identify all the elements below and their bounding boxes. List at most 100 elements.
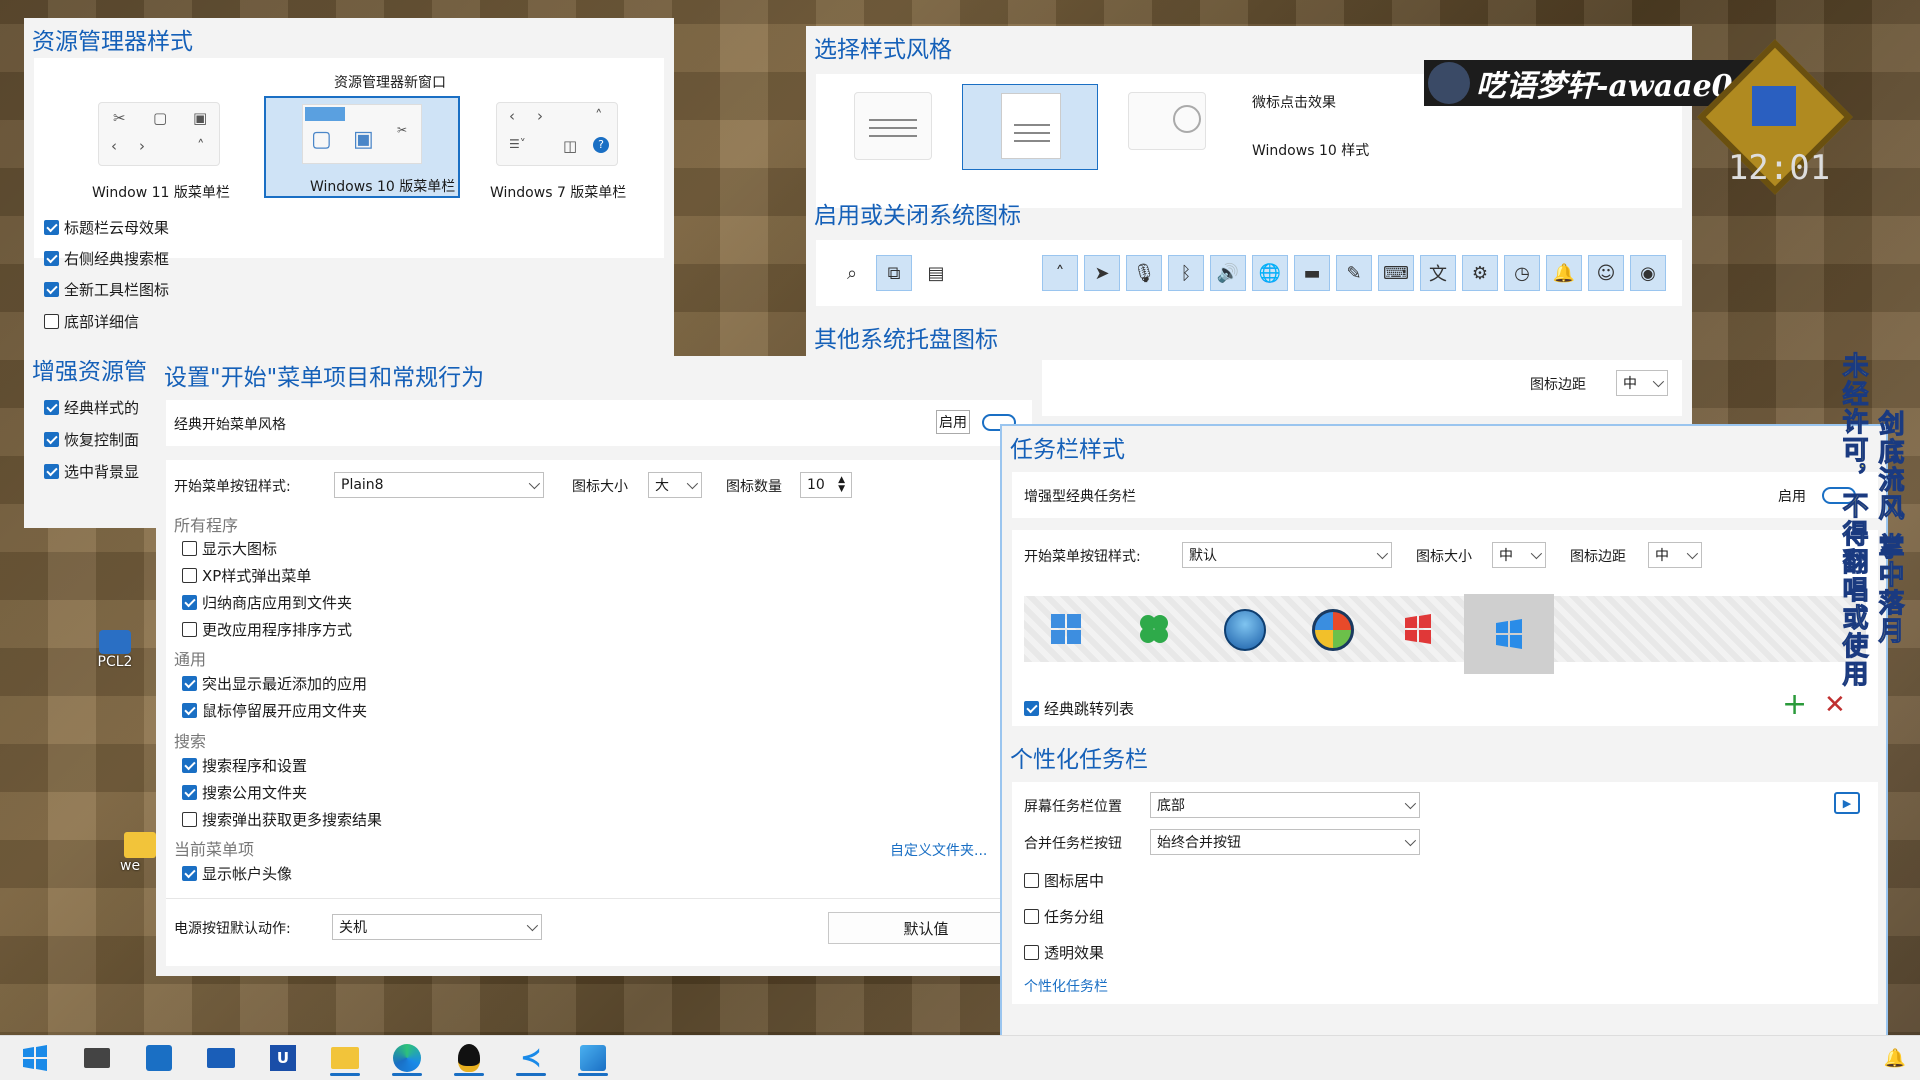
task-view-icon[interactable]: ⧉: [876, 255, 912, 291]
win7-menubar-option[interactable]: ‹ › ˄ ☰˅ ◫ ?: [496, 102, 618, 166]
checkbox-label: 全新工具栏图标: [64, 281, 170, 299]
button-style-select[interactable]: Plain8: [334, 472, 544, 498]
tb-icon-size-select[interactable]: 中: [1492, 542, 1546, 568]
search-icon[interactable]: ⌕: [834, 255, 870, 291]
icon-margin-select[interactable]: 中: [1616, 370, 1668, 396]
toolbar-icons-checkbox[interactable]: 全新工具栏图标: [44, 279, 169, 300]
xp-menu-checkbox[interactable]: XP样式弹出菜单: [182, 565, 311, 586]
notification-bell[interactable]: 🔔: [1872, 1040, 1918, 1076]
style-option-2[interactable]: [962, 84, 1098, 170]
large-icons-checkbox[interactable]: 显示大图标: [182, 538, 277, 559]
power-action-select[interactable]: 关机: [332, 914, 542, 940]
taskbar-edge[interactable]: [384, 1040, 430, 1076]
icon-count-stepper[interactable]: 10 ▲ ▼: [800, 472, 852, 498]
win10-logo-option[interactable]: [1464, 594, 1554, 674]
pen-icon[interactable]: ✎: [1336, 255, 1372, 291]
icon-size-select[interactable]: 大: [648, 472, 702, 498]
highlight-new-apps-checkbox[interactable]: 突出显示最近添加的应用: [182, 673, 367, 694]
tb-icon-margin-select[interactable]: 中: [1648, 542, 1702, 568]
tb-button-style-select[interactable]: 默认: [1182, 542, 1392, 568]
combine-select[interactable]: 始终合并按钮: [1150, 829, 1420, 855]
bluetooth-icon[interactable]: ᛒ: [1168, 255, 1204, 291]
taskbar-vscode[interactable]: ≺: [508, 1040, 554, 1076]
restore-control-panel-checkbox[interactable]: 恢复控制面: [44, 429, 139, 450]
desktop-icon-we[interactable]: we: [120, 832, 160, 874]
center-icons-checkbox[interactable]: 图标居中: [1024, 870, 1104, 891]
search-public-folders-checkbox[interactable]: 搜索公用文件夹: [182, 782, 307, 803]
store-apps-folder-checkbox[interactable]: 归纳商店应用到文件夹: [182, 592, 352, 613]
widgets-icon[interactable]: ▤: [918, 255, 954, 291]
checkbox-box: [1024, 909, 1039, 924]
add-icon[interactable]: +: [1782, 690, 1807, 720]
edge-icon: [393, 1044, 421, 1072]
settings-sliders-icon[interactable]: ⚙: [1462, 255, 1498, 291]
sort-order-checkbox[interactable]: 更改应用程序排序方式: [182, 619, 352, 640]
list-icon: ☰˅: [509, 137, 526, 151]
people-icon[interactable]: ☺: [1588, 255, 1624, 291]
taskbar-qq[interactable]: [446, 1040, 492, 1076]
new-window-label: 资源管理器新窗口: [334, 75, 446, 91]
group-heading-all-programs: 所有程序: [174, 516, 239, 535]
taskbar-file-explorer[interactable]: [74, 1040, 120, 1076]
group-heading-current-items: 当前菜单项: [174, 840, 255, 859]
jumplist-checkbox[interactable]: 经典跳转列表: [1024, 698, 1134, 719]
default-button[interactable]: 默认值: [828, 912, 1024, 944]
desktop-icon-label: PCL2: [97, 654, 133, 670]
microphone-icon[interactable]: 🎙: [1126, 255, 1162, 291]
taskbar-folder[interactable]: [322, 1040, 368, 1076]
win10-menubar-option[interactable]: ▢ ▣ ✂ Windows 10 版菜单栏: [264, 96, 460, 198]
checkbox-label: 选中背景显: [64, 463, 140, 481]
classic-style-checkbox[interactable]: 经典样式的: [44, 397, 139, 418]
bell-icon[interactable]: 🔔: [1546, 255, 1582, 291]
style-option-1[interactable]: [854, 92, 932, 160]
checkbox-box: [44, 464, 59, 479]
mica-checkbox[interactable]: 标题栏云母效果: [44, 217, 169, 238]
clock-icon[interactable]: ◷: [1504, 255, 1540, 291]
network-icon[interactable]: 🌐: [1252, 255, 1288, 291]
details-checkbox[interactable]: 底部详细信: [44, 311, 139, 332]
checkbox-box: [182, 866, 197, 881]
position-select[interactable]: 底部: [1150, 792, 1420, 818]
start-button[interactable]: [12, 1040, 58, 1076]
taskbar-paint[interactable]: [570, 1040, 616, 1076]
win8-red-logo-option[interactable]: [1400, 611, 1436, 647]
keyboard-icon[interactable]: ⌨: [1378, 255, 1414, 291]
taskbar-store[interactable]: [136, 1040, 182, 1076]
clover-logo-option[interactable]: [1136, 611, 1172, 647]
close-icon[interactable]: ✕: [1824, 692, 1846, 718]
taskbar-mail[interactable]: [198, 1040, 244, 1076]
eye-icon[interactable]: ◉: [1630, 255, 1666, 291]
win10-style-label: Windows 10 样式: [1252, 143, 1370, 159]
taskbar-u-app[interactable]: U: [260, 1040, 306, 1076]
system-icons-title: 启用或关闭系统图标: [814, 203, 1021, 229]
search-programs-checkbox[interactable]: 搜索程序和设置: [182, 755, 307, 776]
show-avatar-checkbox[interactable]: 显示帐户头像: [182, 863, 292, 884]
hover-expand-checkbox[interactable]: 鼠标停留展开应用文件夹: [182, 700, 367, 721]
personalize-taskbar-link[interactable]: 个性化任务栏: [1024, 976, 1108, 996]
forward-icon: ›: [537, 107, 543, 125]
win7-orb-option[interactable]: [1224, 609, 1266, 651]
chevron-down-icon: [1530, 547, 1543, 560]
selection-bg-checkbox[interactable]: 选中背景显: [44, 461, 139, 482]
enhanced-taskbar-label: 增强型经典任务栏: [1024, 489, 1136, 505]
task-grouping-checkbox[interactable]: 任务分组: [1024, 906, 1104, 927]
play-icon[interactable]: ▶: [1834, 792, 1860, 814]
battery-icon[interactable]: ▬: [1294, 255, 1330, 291]
vista-orb-option[interactable]: [1312, 609, 1354, 651]
desktop-icon-pcl2[interactable]: PCL2: [90, 630, 140, 670]
style-option-3[interactable]: [1128, 92, 1206, 150]
win11-logo-option[interactable]: [1048, 611, 1084, 647]
help-icon: ?: [593, 137, 609, 153]
chevron-down-icon: [1404, 834, 1417, 847]
select-value: 默认: [1189, 548, 1217, 564]
chevron-up-icon[interactable]: ˄: [1042, 255, 1078, 291]
language-icon[interactable]: 文: [1420, 255, 1456, 291]
more-search-results-checkbox[interactable]: 搜索弹出获取更多搜索结果: [182, 809, 382, 830]
location-icon[interactable]: ➤: [1084, 255, 1120, 291]
transparency-checkbox[interactable]: 透明效果: [1024, 942, 1104, 963]
custom-folder-link[interactable]: 自定义文件夹...: [890, 840, 987, 860]
streamer-avatar: [1428, 62, 1470, 104]
win11-menubar-option[interactable]: ✂ ▢ ▣ ‹ › ˄: [98, 102, 220, 166]
volume-icon[interactable]: 🔊: [1210, 255, 1246, 291]
classic-search-checkbox[interactable]: 右侧经典搜索框: [44, 248, 169, 269]
